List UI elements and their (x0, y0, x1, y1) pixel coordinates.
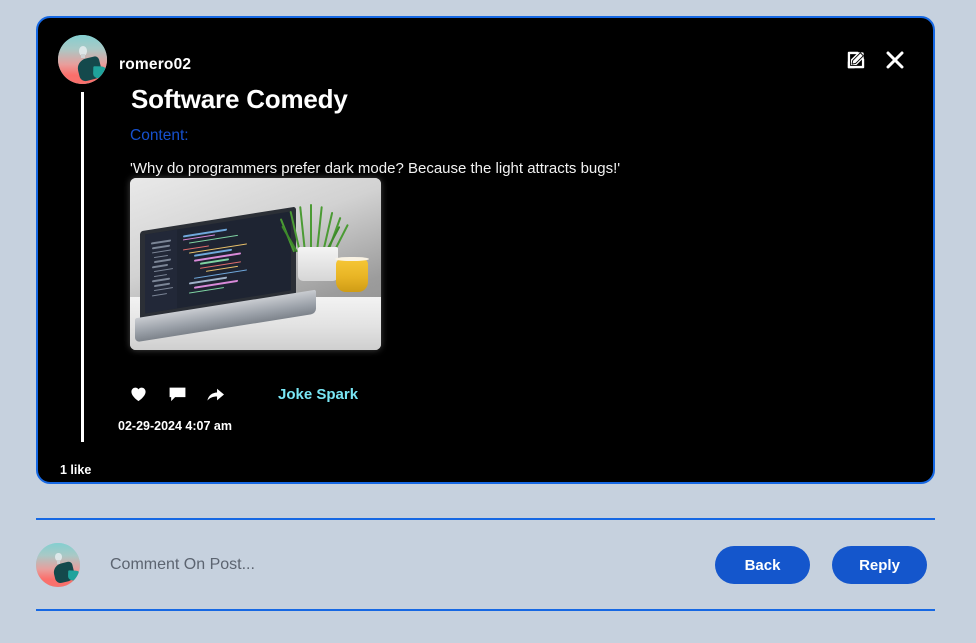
comment-actions: Back Reply (715, 546, 927, 584)
content-label: Content: (130, 127, 189, 144)
post-detail-page: romero02 Software Comedy Content: 'Why d… (0, 0, 976, 643)
post-username[interactable]: romero02 (119, 56, 191, 74)
share-arrow-icon[interactable] (206, 384, 244, 404)
post-actions (130, 384, 244, 404)
image-plant-pot (298, 246, 339, 282)
post-card: romero02 Software Comedy Content: 'Why d… (36, 16, 935, 484)
comment-avatar-image (36, 543, 80, 587)
comment-avatar[interactable] (36, 543, 80, 587)
avatar-lightbulb-icon (79, 45, 87, 59)
comment-bar: Comment On Post... Back Reply (36, 521, 935, 609)
heart-icon[interactable] (130, 384, 168, 404)
divider-bottom (36, 609, 935, 611)
avatar[interactable] (58, 35, 107, 84)
like-count: 1 like (60, 463, 92, 477)
back-button[interactable]: Back (715, 546, 810, 584)
post-image[interactable] (130, 178, 381, 350)
divider-top (36, 518, 935, 520)
comment-bubble-icon[interactable] (168, 384, 206, 404)
edit-square-icon[interactable] (845, 49, 867, 71)
comment-input[interactable]: Comment On Post... (110, 556, 715, 574)
content-text: 'Why do programmers prefer dark mode? Be… (130, 160, 621, 177)
post-timestamp: 02-29-2024 4:07 am (118, 419, 232, 433)
page-title: Software Comedy (131, 84, 348, 114)
image-plant (279, 203, 350, 253)
close-icon[interactable] (883, 48, 907, 72)
reply-button[interactable]: Reply (832, 546, 927, 584)
joke-spark-tag[interactable]: Joke Spark (278, 386, 358, 403)
thread-line (81, 92, 84, 442)
image-mug (335, 256, 369, 292)
